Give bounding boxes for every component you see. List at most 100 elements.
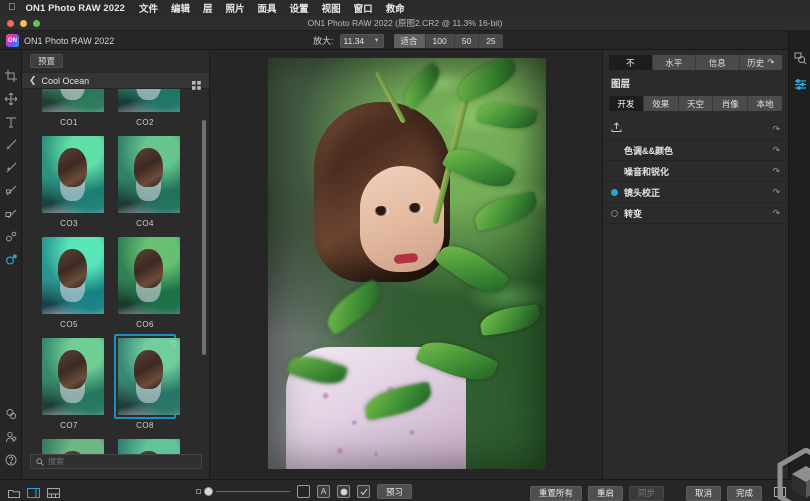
menu-item-photo[interactable]: 照片 bbox=[226, 1, 245, 15]
list-item[interactable]: CO2 bbox=[114, 89, 180, 127]
preset-label: CO3 bbox=[60, 219, 78, 228]
right-panel: 不 水平 信息 历史 ↷ 图层 开发 效果 天空 肖像 本地 ↷ 色调&&颜色 … bbox=[602, 50, 788, 479]
crop-tool[interactable] bbox=[0, 64, 22, 87]
color-picker-tool[interactable] bbox=[0, 402, 22, 425]
module-noise-and-sharpen[interactable]: 噪音和锐化 ↷ bbox=[603, 161, 788, 182]
letter-a-icon[interactable]: A bbox=[317, 485, 330, 498]
menu-item-window[interactable]: 窗口 bbox=[354, 1, 373, 15]
list-item[interactable]: CO1 bbox=[38, 89, 104, 127]
menu-item-settings[interactable]: 设置 bbox=[290, 1, 309, 15]
menu-item-mask[interactable]: 面具 bbox=[258, 1, 277, 15]
grid-detail-icon[interactable] bbox=[47, 485, 60, 501]
presets-scrollbar[interactable] bbox=[202, 120, 206, 355]
adjust-sliders-icon[interactable] bbox=[789, 71, 810, 97]
module-label: 镜头校正 bbox=[624, 187, 661, 198]
bottom-right-buttons: 重置所有 重启 同步 取消 完成 bbox=[529, 484, 786, 501]
module-toggle-dot[interactable] bbox=[611, 147, 618, 154]
module-export[interactable]: ↷ bbox=[603, 119, 788, 140]
list-item[interactable]: CO5 bbox=[38, 233, 104, 329]
presets-chip-button[interactable]: 预置 bbox=[30, 54, 64, 68]
move-tool[interactable] bbox=[0, 87, 22, 110]
tab-develop[interactable]: 开发 bbox=[609, 96, 644, 111]
menu-item-help[interactable]: 救命 bbox=[386, 1, 405, 15]
zoom-level-select[interactable]: 11.34 ▼ bbox=[339, 33, 384, 48]
preview-button[interactable]: 预习 bbox=[377, 484, 413, 499]
heart-icon[interactable]: ♡ bbox=[170, 340, 177, 349]
menu-item-file[interactable]: 文件 bbox=[139, 1, 158, 15]
tab-sky[interactable]: 天空 bbox=[679, 96, 714, 111]
window-titlebar: ON1 Photo RAW 2022 (原图2.CR2 @ 11.3% 16-b… bbox=[0, 16, 810, 31]
cancel-button[interactable]: 取消 bbox=[685, 485, 721, 501]
list-item[interactable]: CO7 bbox=[38, 334, 104, 430]
list-item[interactable]: CO3 bbox=[38, 132, 104, 228]
module-reset-icon[interactable]: ↷ bbox=[772, 145, 780, 156]
module-reset-icon[interactable]: ↷ bbox=[772, 208, 780, 219]
text-tool[interactable] bbox=[0, 110, 22, 133]
thumbnail-size-slider[interactable] bbox=[196, 487, 290, 496]
document-title: ON1 Photo RAW 2022 (原图2.CR2 @ 11.3% 16-b… bbox=[307, 18, 503, 28]
account-tool[interactable] bbox=[0, 425, 22, 448]
retouch-brush-tool[interactable] bbox=[0, 133, 22, 156]
done-button[interactable]: 完成 bbox=[726, 485, 762, 501]
zoom-100-button[interactable]: 100 bbox=[426, 33, 455, 48]
circle-fill-icon[interactable] bbox=[337, 485, 350, 498]
tab-portrait[interactable]: 肖像 bbox=[713, 96, 749, 111]
module-label: 噪音和锐化 bbox=[624, 166, 670, 177]
slider-track[interactable] bbox=[216, 491, 290, 492]
crop-square-icon[interactable] bbox=[297, 485, 310, 498]
perfect-brush-tool[interactable] bbox=[0, 156, 22, 179]
zoom-preset-segmented: 适合 100 50 25 bbox=[393, 33, 503, 48]
zoom-50-button[interactable]: 50 bbox=[455, 33, 480, 48]
module-toggle-dot[interactable] bbox=[611, 209, 618, 217]
zoom-controls: 放大: 11.34 ▼ 适合 100 50 25 bbox=[313, 33, 503, 48]
preset-label: CO6 bbox=[136, 320, 154, 329]
menu-item-edit[interactable]: 编辑 bbox=[171, 1, 190, 15]
help-tool[interactable] bbox=[0, 448, 22, 471]
module-reset-icon[interactable]: ↷ bbox=[772, 124, 780, 135]
module-tone-and-color[interactable]: 色调&&颜色 ↷ bbox=[603, 140, 788, 161]
image-canvas[interactable]: aeziyuan .com bbox=[210, 50, 810, 501]
zoom-fit-button[interactable]: 适合 bbox=[393, 33, 426, 48]
presets-category-bar[interactable]: ❮ Cool Ocean bbox=[22, 72, 209, 90]
tab-history[interactable]: 历史 ↷ bbox=[740, 55, 783, 70]
zoom-25-button[interactable]: 25 bbox=[479, 34, 502, 48]
chevron-left-icon[interactable]: ❮ bbox=[29, 76, 37, 85]
preset-selected-frame[interactable]: ♡ bbox=[114, 334, 180, 419]
menu-item-view[interactable]: 视图 bbox=[322, 1, 341, 15]
tab-info[interactable]: 信息 bbox=[696, 55, 740, 70]
reset-all-button[interactable]: 重置所有 bbox=[529, 485, 582, 501]
portrait-tool[interactable] bbox=[0, 248, 22, 271]
menu-item-layer[interactable]: 层 bbox=[203, 1, 213, 15]
preset-label: CO4 bbox=[136, 219, 154, 228]
restart-button[interactable]: 重启 bbox=[587, 485, 623, 501]
heal-brush-tool[interactable] bbox=[0, 202, 22, 225]
tab-level[interactable]: 水平 bbox=[653, 55, 696, 70]
preset-search-box[interactable] bbox=[30, 454, 202, 469]
slider-knob[interactable] bbox=[204, 487, 213, 496]
folder-icon[interactable] bbox=[8, 485, 20, 501]
apple-logo-icon[interactable]:  bbox=[8, 3, 16, 13]
search-input[interactable] bbox=[48, 457, 196, 466]
module-lens-correction[interactable]: 镜头校正 ↷ bbox=[603, 182, 788, 203]
module-toggle-dot[interactable] bbox=[611, 188, 618, 196]
module-toggle-dot[interactable] bbox=[611, 168, 618, 175]
tab-local[interactable]: 本地 bbox=[748, 96, 782, 111]
chevron-down-icon: ▼ bbox=[373, 37, 380, 44]
list-item-selected[interactable]: ♡ CO8 bbox=[114, 334, 180, 430]
tab-none[interactable]: 不 bbox=[609, 55, 653, 70]
filmstrip-icon[interactable] bbox=[27, 485, 40, 501]
menubar-app-name[interactable]: ON1 Photo RAW 2022 bbox=[26, 3, 125, 14]
tab-effects[interactable]: 效果 bbox=[644, 96, 679, 111]
module-transform[interactable]: 转变 ↷ bbox=[603, 203, 788, 224]
list-item[interactable]: CO4 bbox=[114, 132, 180, 228]
photo-preview[interactable] bbox=[268, 58, 546, 469]
loupe-icon[interactable] bbox=[789, 45, 810, 71]
list-item[interactable]: CO6 bbox=[114, 233, 180, 329]
check-box-icon[interactable] bbox=[357, 485, 370, 498]
clone-stamp-tool[interactable] bbox=[0, 179, 22, 202]
module-reset-icon[interactable]: ↷ bbox=[772, 166, 780, 177]
module-reset-icon[interactable]: ↷ bbox=[772, 187, 780, 198]
presets-thumbnail-grid[interactable]: CO1 CO2 CO3 CO4 CO5 CO6 CO7 ♡ CO8 bbox=[22, 89, 210, 457]
panel-toggle-icon[interactable] bbox=[774, 484, 786, 501]
blemish-remover-tool[interactable] bbox=[0, 225, 22, 248]
